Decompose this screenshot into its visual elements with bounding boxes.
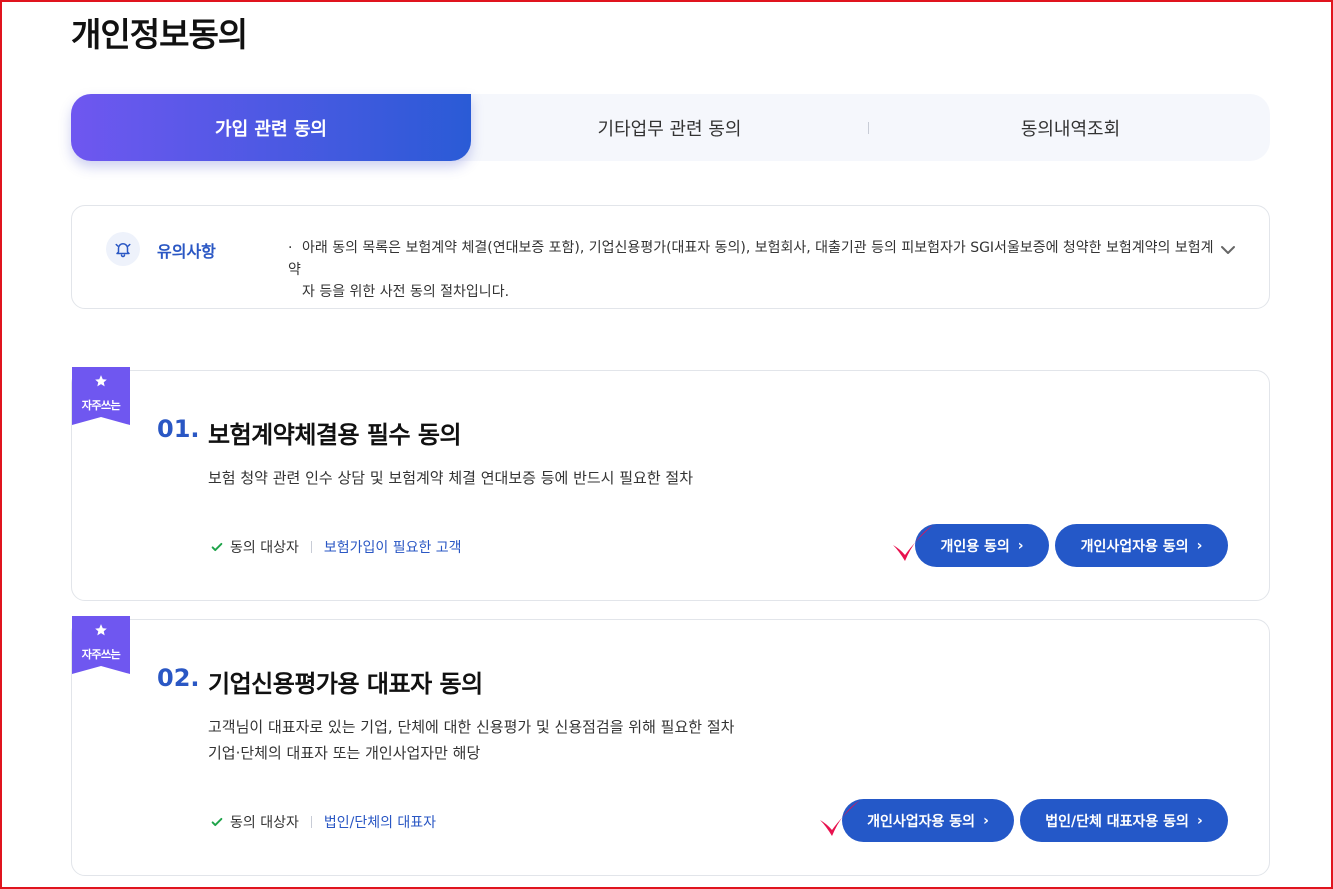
card-description: 고객님이 대표자로 있는 기업, 단체에 대한 신용평가 및 신용점검을 위해 … [208, 714, 734, 766]
card-description-line: 고객님이 대표자로 있는 기업, 단체에 대한 신용평가 및 신용점검을 위해 … [208, 718, 735, 736]
consent-card-1: 자주쓰는 01. 보험계약체결용 필수 동의 보험 청약 관련 인수 상담 및 … [71, 367, 1270, 601]
notice-box: 유의사항 · 아래 동의 목록은 보험계약 체결(연대보증 포함), 기업신용평가… [71, 205, 1270, 309]
card-description: 보험 청약 관련 인수 상담 및 보험계약 체결 연대보증 등에 반드시 필요한… [208, 465, 693, 491]
ribbon-label: 자주쓰는 [81, 648, 121, 661]
tab-divider [868, 122, 869, 134]
bell-icon [106, 232, 140, 266]
star-icon [95, 624, 107, 636]
target-value: 보험가입이 필요한 고객 [323, 540, 462, 556]
button-label: 개인사업자용 동의 [1080, 538, 1189, 555]
chevron-right-icon: › [983, 812, 989, 829]
card-title: 기업신용평가용 대표자 동의 [208, 670, 483, 698]
chevron-right-icon: › [1196, 812, 1203, 829]
card-number: 01. [157, 415, 200, 443]
notice-label: 유의사항 [157, 242, 216, 261]
page-title: 개인정보동의 [71, 15, 248, 54]
card-number: 02. [157, 664, 200, 692]
check-icon [211, 542, 223, 552]
checkmark-annotation-icon [820, 800, 860, 836]
button-label: 개인용 동의 [940, 538, 1010, 555]
chevron-right-icon: › [1017, 537, 1024, 554]
sole-proprietor-consent-button[interactable]: 개인사업자용 동의 › [1055, 524, 1228, 567]
target-divider [310, 816, 312, 828]
card-description-line: 기업·단체의 대표자 또는 개인사업자만 해당 [208, 744, 481, 762]
consent-target: 동의 대상자 보험가입이 필요한 고객 [210, 537, 462, 557]
corporate-representative-consent-button[interactable]: 법인/단체 대표자용 동의 › [1020, 799, 1228, 842]
tab-consent-history[interactable]: 동의내역조회 [871, 94, 1270, 161]
target-label: 동의 대상자 [230, 815, 299, 831]
card-description-line: 보험 청약 관련 인수 상담 및 보험계약 체결 연대보증 등에 반드시 필요한… [208, 469, 694, 487]
notice-line-1: 아래 동의 목록은 보험계약 체결(연대보증 포함), 기업신용평가(대표자 동… [288, 240, 1214, 278]
chevron-right-icon: › [1196, 537, 1203, 554]
ribbon-label: 자주쓰는 [81, 399, 121, 412]
favorite-ribbon: 자주쓰는 [72, 616, 130, 678]
check-icon [211, 817, 223, 827]
star-icon [95, 375, 107, 387]
card-title: 보험계약체결용 필수 동의 [208, 421, 462, 449]
tab-bar: 기타업무 관련 동의 동의내역조회 가입 관련 동의 [71, 94, 1270, 161]
button-label: 개인사업자용 동의 [867, 813, 976, 830]
favorite-ribbon: 자주쓰는 [72, 367, 130, 429]
consent-card-2: 자주쓰는 02. 기업신용평가용 대표자 동의 고객님이 대표자로 있는 기업,… [71, 616, 1270, 876]
consent-target: 동의 대상자 법인/단체의 대표자 [210, 812, 436, 832]
button-label: 법인/단체 대표자용 동의 [1045, 813, 1189, 830]
notice-line-2: 자 등을 위한 사전 동의 절차입니다. [302, 284, 510, 300]
notice-bullet: · [288, 240, 293, 256]
target-value: 법인/단체의 대표자 [323, 815, 437, 831]
notice-text: · 아래 동의 목록은 보험계약 체결(연대보증 포함), 기업신용평가(대표자 … [288, 237, 1218, 303]
checkmark-annotation-icon [893, 525, 933, 561]
target-label: 동의 대상자 [230, 540, 299, 556]
target-divider [310, 541, 312, 553]
tab-other-consents[interactable]: 기타업무 관련 동의 [471, 94, 868, 161]
sole-proprietor-consent-button[interactable]: 개인사업자용 동의 › [842, 799, 1014, 842]
chevron-down-icon[interactable] [1218, 240, 1238, 260]
tab-signup-consents[interactable]: 가입 관련 동의 [71, 94, 471, 161]
